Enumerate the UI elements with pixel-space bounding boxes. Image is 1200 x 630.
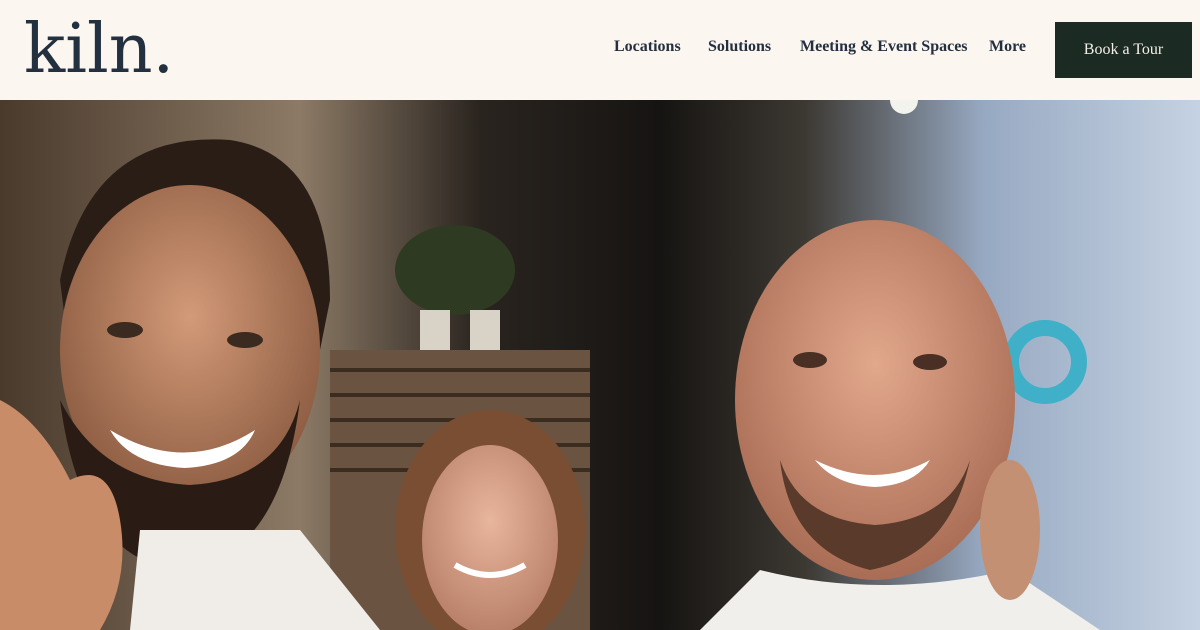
- kiln-logo[interactable]: kiln.: [24, 6, 174, 94]
- hero-photo-illustration: [0, 100, 1200, 630]
- nav-item-locations[interactable]: Locations: [614, 38, 681, 56]
- nav-item-solutions[interactable]: Solutions: [708, 38, 771, 56]
- book-a-tour-button[interactable]: Book a Tour: [1055, 22, 1192, 78]
- nav-item-more[interactable]: More: [989, 38, 1026, 56]
- hero-video: [0, 100, 1200, 630]
- site-header: kiln. Locations Solutions Meeting & Even…: [0, 0, 1200, 100]
- nav-item-meeting-event-spaces[interactable]: Meeting & Event Spaces: [800, 38, 968, 56]
